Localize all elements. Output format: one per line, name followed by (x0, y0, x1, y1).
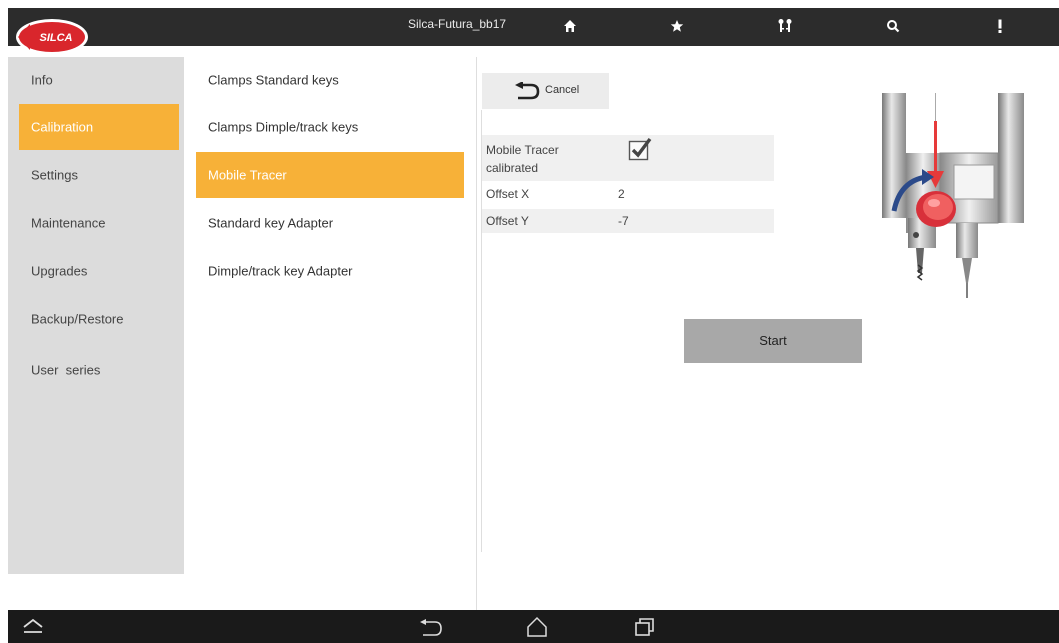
submenu-item-clamps-dimple[interactable]: Clamps Dimple/track keys (196, 104, 464, 150)
row-label: Offset X (486, 187, 530, 201)
start-button[interactable]: Start (684, 319, 862, 363)
offset-y-value: -7 (618, 214, 629, 228)
sidebar-item-backup-restore[interactable]: Backup/Restore (19, 296, 179, 342)
app-title: Silca-Futura_bb17 (408, 17, 507, 31)
undo-arrow-icon (515, 82, 540, 100)
submenu-item-mobile-tracer[interactable]: Mobile Tracer (196, 152, 464, 198)
sidebar-item-user-series[interactable]: User series (19, 347, 179, 393)
submenu-item-dimple-adapter[interactable]: Dimple/track key Adapter (196, 248, 464, 294)
table-row: Offset Y -7 (482, 209, 774, 233)
table-row: Offset X 2 (482, 183, 774, 207)
sidebar-item-calibration[interactable]: Calibration (19, 104, 179, 150)
mobile-tracer-illustration (880, 93, 1030, 303)
cancel-button[interactable]: Cancel (482, 73, 609, 109)
row-label: Offset Y (486, 214, 529, 228)
home-icon[interactable] (558, 14, 582, 38)
search-icon[interactable] (881, 14, 905, 38)
back-icon[interactable] (419, 619, 443, 642)
sidebar-item-upgrades[interactable]: Upgrades (19, 248, 179, 294)
svg-text:SILCA: SILCA (40, 32, 73, 44)
mobile-tracer-calibrated-checkbox[interactable] (628, 137, 652, 161)
up-chevron-icon[interactable] (22, 617, 44, 640)
divider (476, 57, 477, 610)
submenu-item-clamps-standard[interactable]: Clamps Standard keys (196, 57, 464, 103)
sidebar-item-info[interactable]: Info (19, 57, 179, 103)
sidebar-item-settings[interactable]: Settings (19, 152, 179, 198)
more-vertical-icon[interactable] (988, 14, 1012, 38)
submenu-item-standard-adapter[interactable]: Standard key Adapter (196, 200, 464, 246)
star-icon[interactable] (665, 14, 689, 38)
home-outline-icon[interactable] (525, 616, 549, 643)
silca-logo: SILCA (14, 16, 90, 58)
recent-apps-icon[interactable] (633, 617, 655, 642)
sidebar-item-maintenance[interactable]: Maintenance (19, 200, 179, 246)
keys-icon[interactable] (773, 14, 797, 38)
offset-x-value: 2 (618, 187, 625, 201)
sidebar: Info Calibration Settings Maintenance Up… (8, 57, 184, 574)
row-label: Mobile Tracer calibrated (486, 143, 559, 175)
